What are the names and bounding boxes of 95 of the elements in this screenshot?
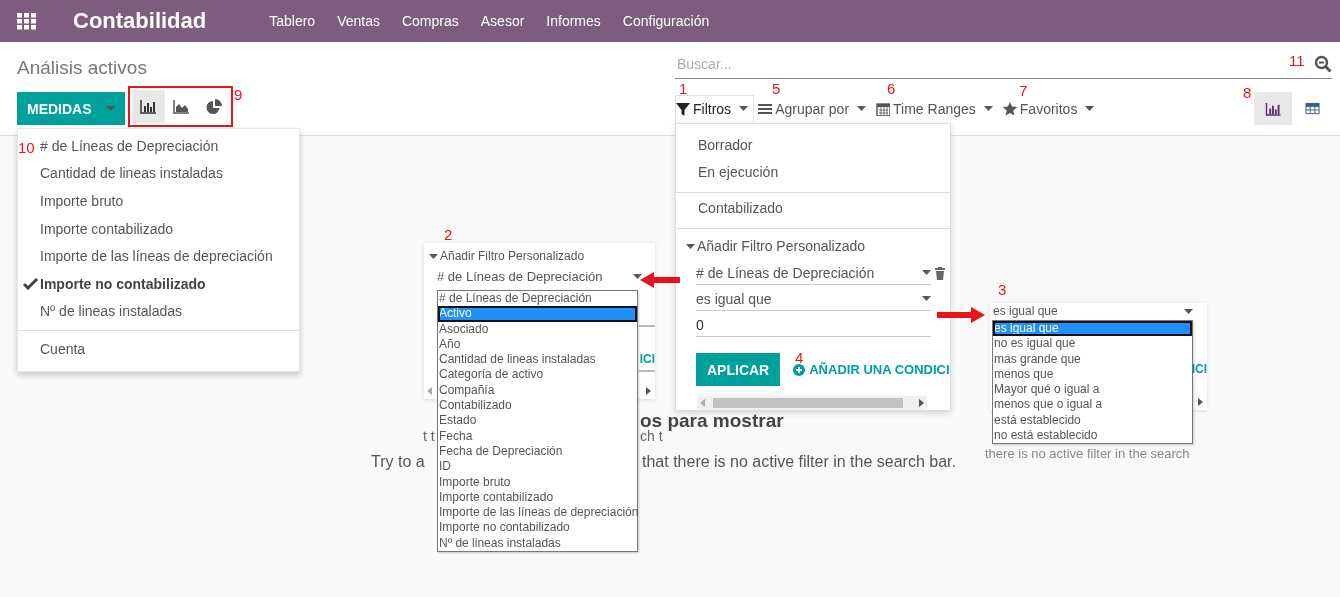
select-option[interactable]: Año (438, 336, 637, 353)
measure-option[interactable]: Importe de las líneas de depreciación (40, 248, 273, 265)
scroll-right-icon (1198, 398, 1203, 406)
select-option[interactable]: menos que o igual a (993, 397, 1192, 413)
menu-item[interactable]: Tablero (269, 13, 316, 29)
table-icon (1305, 101, 1321, 116)
measure-option[interactable]: Nº de lineas instaladas (40, 303, 183, 320)
select-option[interactable]: Fecha de Depreciación (438, 443, 637, 460)
calendar-icon (876, 101, 891, 116)
annotation-number: 1 (679, 80, 688, 97)
filter-icon (676, 101, 690, 116)
select-option[interactable]: Cantidad de lineas instaladas (438, 352, 637, 368)
scroll-left-icon (427, 387, 432, 395)
star-icon (1002, 101, 1017, 116)
empty-state-text: Try to a (371, 453, 425, 471)
measure-option[interactable]: # de Líneas de Depreciación (40, 137, 219, 154)
select-option[interactable]: Mayor qué o igual a (993, 382, 1192, 398)
select-option[interactable]: # de Líneas de Depreciación (438, 291, 637, 307)
chart-type-button[interactable] (131, 90, 165, 123)
menu-item[interactable]: Ventas (337, 13, 380, 29)
custom-filter-toggle[interactable]: Añadir Filtro Personalizado (429, 249, 655, 263)
value-field[interactable]: 0 (696, 313, 931, 337)
measure-option[interactable]: Importe contabilizado (40, 220, 174, 237)
caret-icon (633, 274, 642, 279)
pointer-arrow (640, 272, 680, 288)
annotation-number: 9 (234, 86, 243, 103)
select-option[interactable]: Compañía (438, 382, 637, 399)
select-option[interactable]: no es igual que (993, 336, 1192, 352)
list-icon (758, 101, 773, 116)
measure-option[interactable]: Importe no contabilizado (40, 275, 206, 292)
select-option[interactable]: menos que (993, 366, 1192, 383)
select-option[interactable]: Importe bruto (438, 474, 637, 490)
select-option[interactable]: Fecha (438, 428, 637, 444)
menu-item[interactable]: Asesor (480, 13, 525, 29)
caret-icon (1085, 106, 1095, 111)
menu-item[interactable]: Configuración (622, 13, 710, 29)
menu-item[interactable]: Compras (401, 13, 459, 29)
caret-icon (429, 253, 438, 259)
annotation-number: 10 (18, 139, 35, 156)
annotation-number: 2 (444, 226, 453, 243)
empty-state-text: ch t (640, 429, 663, 443)
operator-select[interactable]: es igual que (696, 287, 931, 311)
measure-option[interactable]: Cantidad de lineas instaladas (40, 165, 223, 182)
select-option[interactable]: Importe no contabilizado (438, 520, 637, 536)
filter-option[interactable]: En ejecución (676, 158, 950, 185)
trash-icon[interactable] (935, 266, 945, 280)
select-option[interactable]: Importe contabilizado (438, 489, 637, 506)
annotation-number: 5 (772, 80, 781, 97)
empty-state-title: os para mostrar (640, 411, 784, 430)
area-chart-icon (173, 99, 190, 114)
select-option[interactable]: Nº de lineas instaladas (438, 535, 637, 552)
measure-option[interactable]: Importe bruto (40, 193, 124, 209)
menu-item[interactable]: Informes (546, 13, 601, 29)
pointer-arrow (937, 307, 985, 323)
filter-option[interactable]: Contabilizado (676, 194, 950, 221)
caret-icon (1184, 308, 1193, 314)
select-option[interactable]: no está establecido (993, 428, 1192, 444)
empty-state-text: there is no active filter in the search (985, 447, 1190, 460)
annotation-number: 3 (998, 281, 1007, 298)
select-option[interactable]: Contabilizado (438, 398, 637, 414)
view-switch-button[interactable] (1254, 92, 1292, 125)
select-option[interactable]: está establecido (993, 412, 1192, 429)
empty-state-text: t t (423, 429, 435, 443)
bar-chart-icon (1265, 101, 1281, 116)
caret-icon (739, 106, 749, 111)
check-icon (23, 277, 38, 290)
select-option[interactable]: Categoría de activo (438, 367, 637, 383)
apps-grid-icon[interactable] (17, 12, 36, 30)
caret-icon (983, 106, 993, 111)
annotation-number: 6 (887, 80, 896, 97)
page-title: Análisis activos (17, 57, 148, 79)
caret-icon (857, 106, 867, 111)
annotation-number: 8 (1243, 84, 1252, 101)
search-option-button[interactable]: Filtros (675, 94, 755, 123)
caret-icon (686, 243, 695, 249)
select-option[interactable]: mas grande que (993, 351, 1192, 367)
search-icon[interactable] (1314, 55, 1332, 73)
operator-select[interactable]: es igual que (993, 304, 1193, 318)
select-option[interactable]: Asociado (438, 321, 637, 337)
field-select[interactable]: # de Líneas de Depreciación (437, 269, 642, 284)
empty-state-text: that there is no active filter in the search bar. (642, 453, 956, 471)
field-select[interactable]: # de Líneas de Depreciación (696, 261, 931, 285)
scroll-right-icon (646, 387, 651, 395)
pie-chart-icon (206, 99, 223, 114)
select-option[interactable]: Estado (438, 413, 637, 429)
filter-option[interactable]: Borrador (676, 131, 950, 158)
bar-chart-icon (140, 99, 157, 114)
select-option[interactable]: ID (438, 459, 637, 475)
custom-filter-toggle[interactable]: Añadir Filtro Personalizado (686, 238, 950, 254)
caret-icon (105, 106, 115, 111)
caret-icon (922, 296, 931, 301)
plus-circle-icon (793, 363, 806, 376)
caret-icon (922, 270, 931, 275)
measure-option[interactable]: Cuenta (40, 340, 86, 357)
app-title: Contabilidad (73, 8, 207, 34)
